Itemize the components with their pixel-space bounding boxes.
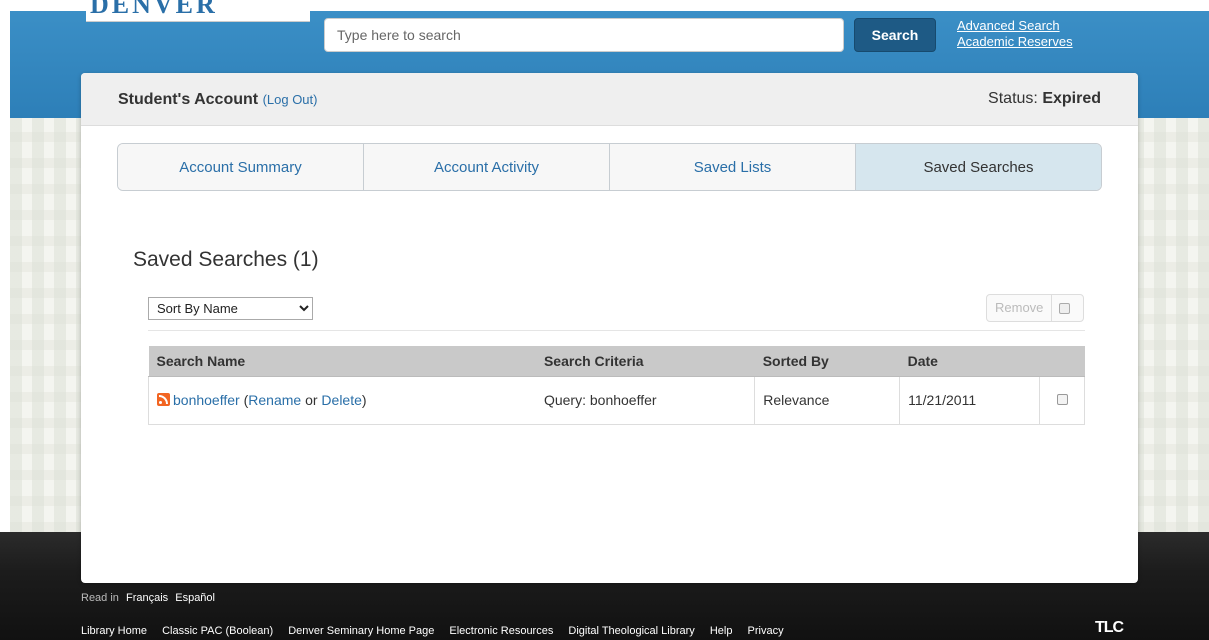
advanced-search-link[interactable]: Advanced Search (957, 18, 1073, 34)
rss-icon[interactable] (157, 393, 170, 406)
account-title: Student's Account (Log Out) (118, 91, 317, 109)
sorted-by-cell: Relevance (754, 376, 901, 425)
tab-saved-searches[interactable]: Saved Searches (856, 144, 1101, 190)
rename-link[interactable]: Rename (248, 392, 301, 408)
tab-account-activity[interactable]: Account Activity (364, 144, 610, 190)
tab-account-summary[interactable]: Account Summary (118, 144, 364, 190)
select-cell (1039, 376, 1085, 425)
language-french-link[interactable]: Français (126, 592, 168, 604)
select-all-checkbox[interactable] (1059, 302, 1071, 314)
status-label: Status: (988, 90, 1038, 107)
footer-link-classic-pac[interactable]: Classic PAC (Boolean) (162, 625, 273, 637)
status-value: Expired (1042, 90, 1101, 107)
column-header-search-name: Search Name (148, 346, 536, 377)
account-status: Status: Expired (988, 90, 1101, 108)
remove-button[interactable]: Remove (987, 295, 1053, 321)
table-header-row: Search Name Search Criteria Sorted By Da… (148, 346, 1085, 377)
saved-searches-title: Saved Searches (1) (133, 248, 319, 271)
language-switcher: Read in Français Español (81, 592, 215, 604)
table-row: bonhoeffer (Rename or Delete) Query: bon… (147, 376, 1085, 425)
account-tabs: Account Summary Account Activity Saved L… (117, 143, 1102, 191)
language-spanish-link[interactable]: Español (175, 592, 215, 604)
tab-saved-lists[interactable]: Saved Lists (610, 144, 856, 190)
date-cell: 11/21/2011 (899, 376, 1040, 425)
column-header-date: Date (899, 346, 1040, 377)
row-checkbox[interactable] (1056, 394, 1068, 405)
close-paren: ) (361, 392, 367, 408)
column-header-select (1039, 346, 1085, 377)
delete-link[interactable]: Delete (321, 392, 361, 408)
footer-link-privacy[interactable]: Privacy (748, 625, 784, 637)
remove-control: Remove (986, 294, 1084, 322)
footer-link-help[interactable]: Help (710, 625, 733, 637)
column-header-sorted-by: Sorted By (754, 346, 900, 377)
read-in-label: Read in (81, 592, 119, 604)
footer-link-library-home[interactable]: Library Home (81, 625, 147, 637)
column-header-search-criteria: Search Criteria (535, 346, 755, 377)
academic-reserves-link[interactable]: Academic Reserves (957, 34, 1073, 50)
tlc-logo: TLC (1095, 619, 1124, 636)
header-links: Advanced Search Academic Reserves (957, 18, 1073, 50)
footer-link-electronic-resources[interactable]: Electronic Resources (449, 625, 553, 637)
sort-select[interactable]: Sort By Name (148, 297, 313, 320)
search-button[interactable]: Search (854, 18, 936, 52)
or-text: or (305, 392, 318, 408)
account-panel: Student's Account (Log Out) Status: Expi… (81, 73, 1138, 583)
search-name-cell: bonhoeffer (Rename or Delete) (147, 376, 536, 425)
footer-links: Library Home Classic PAC (Boolean) Denve… (81, 625, 796, 637)
library-logo[interactable]: DENVER SEMINARY (86, 0, 310, 22)
divider (148, 330, 1085, 331)
account-header: Student's Account (Log Out) Status: Expi… (81, 73, 1138, 126)
logout-link[interactable]: (Log Out) (263, 92, 318, 107)
search-criteria-cell: Query: bonhoeffer (535, 376, 756, 425)
search-input[interactable] (324, 18, 844, 52)
account-name: Student's Account (118, 91, 259, 108)
saved-searches-table: Search Name Search Criteria Sorted By Da… (147, 346, 1085, 425)
footer-link-digital-theological-library[interactable]: Digital Theological Library (568, 625, 694, 637)
search-name-link[interactable]: bonhoeffer (173, 392, 240, 408)
footer-link-seminary-home[interactable]: Denver Seminary Home Page (288, 625, 434, 637)
